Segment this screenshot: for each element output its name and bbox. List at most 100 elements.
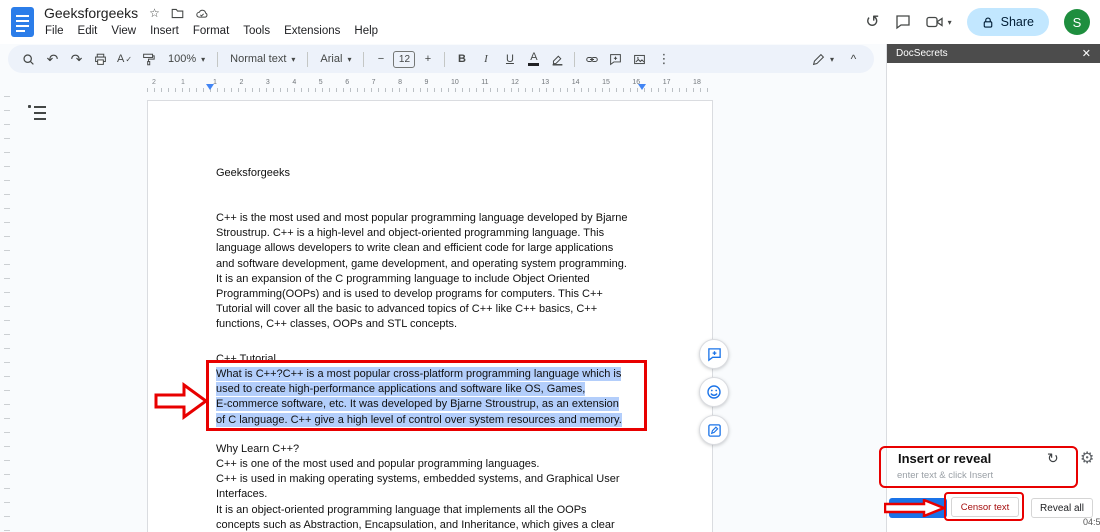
- undo-icon[interactable]: ↶: [41, 48, 64, 70]
- text-line[interactable]: Tutorial will cover all the basic to adv…: [216, 302, 628, 317]
- right-margin-marker[interactable]: [638, 84, 646, 90]
- add-comment-icon[interactable]: [604, 48, 627, 70]
- menu-item[interactable]: Format: [186, 23, 236, 39]
- editing-mode-select[interactable]: ▾: [805, 48, 841, 70]
- toolbar-divider: [217, 51, 219, 67]
- font-size-input[interactable]: 12: [393, 50, 416, 68]
- text-line[interactable]: C++ is one of the most used and popular …: [216, 457, 620, 472]
- ruler-number: 10: [450, 79, 459, 86]
- menu-item[interactable]: Help: [347, 23, 385, 39]
- menu-item[interactable]: Extensions: [277, 23, 347, 39]
- decrease-font-icon[interactable]: −: [369, 48, 392, 70]
- left-margin-marker[interactable]: [206, 84, 214, 90]
- pencil-icon: [812, 53, 825, 65]
- ruler-number: 13: [541, 79, 550, 86]
- menu-item[interactable]: Insert: [143, 23, 186, 39]
- document-outline-icon[interactable]: [28, 105, 46, 120]
- ruler-number: 2: [152, 79, 156, 86]
- font-select[interactable]: Arial ▾: [313, 48, 358, 70]
- insert-button[interactable]: Insert: [889, 498, 947, 518]
- lock-icon: [982, 16, 994, 29]
- censor-text-button[interactable]: Censor text: [951, 497, 1019, 517]
- comments-icon[interactable]: [895, 14, 911, 30]
- add-comment-button[interactable]: [699, 339, 729, 369]
- avatar[interactable]: S: [1064, 9, 1090, 35]
- increase-font-icon[interactable]: +: [416, 48, 439, 70]
- spellcheck-icon[interactable]: A ✓: [113, 48, 136, 70]
- section-title-why-learn[interactable]: Why Learn C++?: [216, 442, 299, 457]
- ruler-number: 3: [265, 79, 270, 86]
- text-line[interactable]: Programming(OOPs) and is used to develop…: [216, 287, 628, 302]
- version-history-icon[interactable]: ↺: [865, 12, 879, 32]
- page-side-actions: [699, 339, 729, 445]
- italic-button[interactable]: I: [474, 48, 497, 70]
- insert-image-icon[interactable]: [628, 48, 651, 70]
- highlighted-text-line[interactable]: of C language. C++ give a high level of …: [216, 412, 622, 428]
- text-line[interactable]: It is an expansion of the C programming …: [216, 272, 628, 287]
- text-line[interactable]: and software development, game developme…: [216, 257, 628, 272]
- toolbar-divider: [574, 51, 576, 67]
- menu-item[interactable]: Tools: [236, 23, 277, 39]
- text-color-button[interactable]: A: [522, 48, 545, 70]
- zoom-select[interactable]: 100% ▾: [161, 48, 212, 70]
- share-label: Share: [1000, 15, 1034, 29]
- paint-format-icon[interactable]: [137, 48, 160, 70]
- meet-video-icon[interactable]: ▾: [925, 15, 952, 29]
- menu-bar: File Edit View Insert Format Tools Extensions H…: [38, 23, 385, 39]
- print-icon[interactable]: [89, 48, 112, 70]
- collapse-toolbar-icon[interactable]: ^: [842, 48, 865, 70]
- search-menus-icon[interactable]: [17, 48, 40, 70]
- docsecrets-header: DocSecrets ✕: [887, 44, 1100, 63]
- docs-logo-icon[interactable]: [11, 7, 34, 37]
- text-line[interactable]: Stroustrup. C++ is a high-level and obje…: [216, 226, 628, 241]
- google-docs-app: Geeksforgeeks ☆ File Edit View Insert Format…: [0, 0, 1100, 532]
- doc-heading[interactable]: Geeksforgeeks: [216, 166, 290, 181]
- highlighted-text-line[interactable]: E-commerce software, etc. It was develop…: [216, 397, 622, 412]
- text-line[interactable]: C++ is the most used and most popular pr…: [216, 211, 628, 226]
- menu-item[interactable]: File: [38, 23, 71, 39]
- doc-paragraph[interactable]: C++ is the most used and most popular pr…: [216, 211, 628, 333]
- horizontal-ruler: 1 2 3 4 5 6 7 8 9 10 11 12 13 14 15 16 17 18: [213, 79, 701, 86]
- more-options-icon[interactable]: ⋮: [652, 48, 675, 70]
- add-emoji-button[interactable]: [699, 377, 729, 407]
- secret-text-input[interactable]: [897, 467, 1047, 483]
- document-page[interactable]: Geeksforgeeks C++ is the most used and m…: [147, 100, 713, 532]
- menu-item[interactable]: Edit: [71, 23, 105, 39]
- refresh-icon[interactable]: ↻: [1047, 450, 1059, 467]
- paragraph-style-select[interactable]: Normal text ▾: [223, 48, 302, 70]
- selected-paragraph[interactable]: What is C++?C++ is a most popular cross-…: [216, 367, 622, 428]
- formatting-toolbar: ↶ ↷ A ✓ 100% ▾ Normal text ▾ Arial ▾ − 12 + …: [8, 45, 874, 73]
- pencil-box-icon: [707, 423, 721, 437]
- redo-icon[interactable]: ↷: [65, 48, 88, 70]
- insert-link-icon[interactable]: [580, 48, 603, 70]
- highlighted-text-line[interactable]: What is C++?C++ is a most popular cross-…: [216, 367, 622, 382]
- text-line[interactable]: C++ is used in making operating systems,…: [216, 472, 620, 487]
- reveal-all-button[interactable]: Reveal all: [1031, 498, 1093, 518]
- share-button[interactable]: Share: [966, 8, 1049, 36]
- star-icon[interactable]: ☆: [149, 6, 160, 20]
- insert-or-reveal-label: Insert or reveal: [898, 451, 992, 466]
- text-line[interactable]: Interfaces.: [216, 487, 620, 502]
- gear-icon[interactable]: ⚙: [1080, 448, 1094, 468]
- section-title-cpp-tutorial[interactable]: C++ Tutorial: [216, 352, 276, 367]
- cloud-saved-icon[interactable]: [195, 7, 209, 20]
- move-folder-icon[interactable]: [171, 7, 184, 20]
- suggest-edits-button[interactable]: [699, 415, 729, 445]
- ruler-number: 11: [481, 79, 489, 86]
- bold-button[interactable]: B: [450, 48, 473, 70]
- highlight-color-icon[interactable]: [546, 48, 569, 70]
- menu-item[interactable]: View: [104, 23, 143, 39]
- document-title[interactable]: Geeksforgeeks: [44, 5, 138, 21]
- text-line[interactable]: It is an object-oriented programming lan…: [216, 503, 620, 518]
- close-icon[interactable]: ✕: [1082, 47, 1091, 60]
- text-line[interactable]: language allows developers to write clea…: [216, 241, 628, 256]
- top-bar: Geeksforgeeks ☆ File Edit View Insert Format…: [0, 0, 1100, 44]
- ruler-number: 12: [511, 79, 519, 86]
- ruler-number: 8: [398, 79, 402, 86]
- highlighted-text-line[interactable]: used to create high-performance applicat…: [216, 382, 622, 397]
- doc-paragraph[interactable]: C++ is one of the most used and popular …: [216, 457, 620, 532]
- text-line[interactable]: concepts such as Abstraction, Encapsulat…: [216, 518, 620, 532]
- text-line[interactable]: functions, C++ classes, OOPs and STL con…: [216, 317, 628, 332]
- toolbar-divider: [363, 51, 365, 67]
- underline-button[interactable]: U: [498, 48, 521, 70]
